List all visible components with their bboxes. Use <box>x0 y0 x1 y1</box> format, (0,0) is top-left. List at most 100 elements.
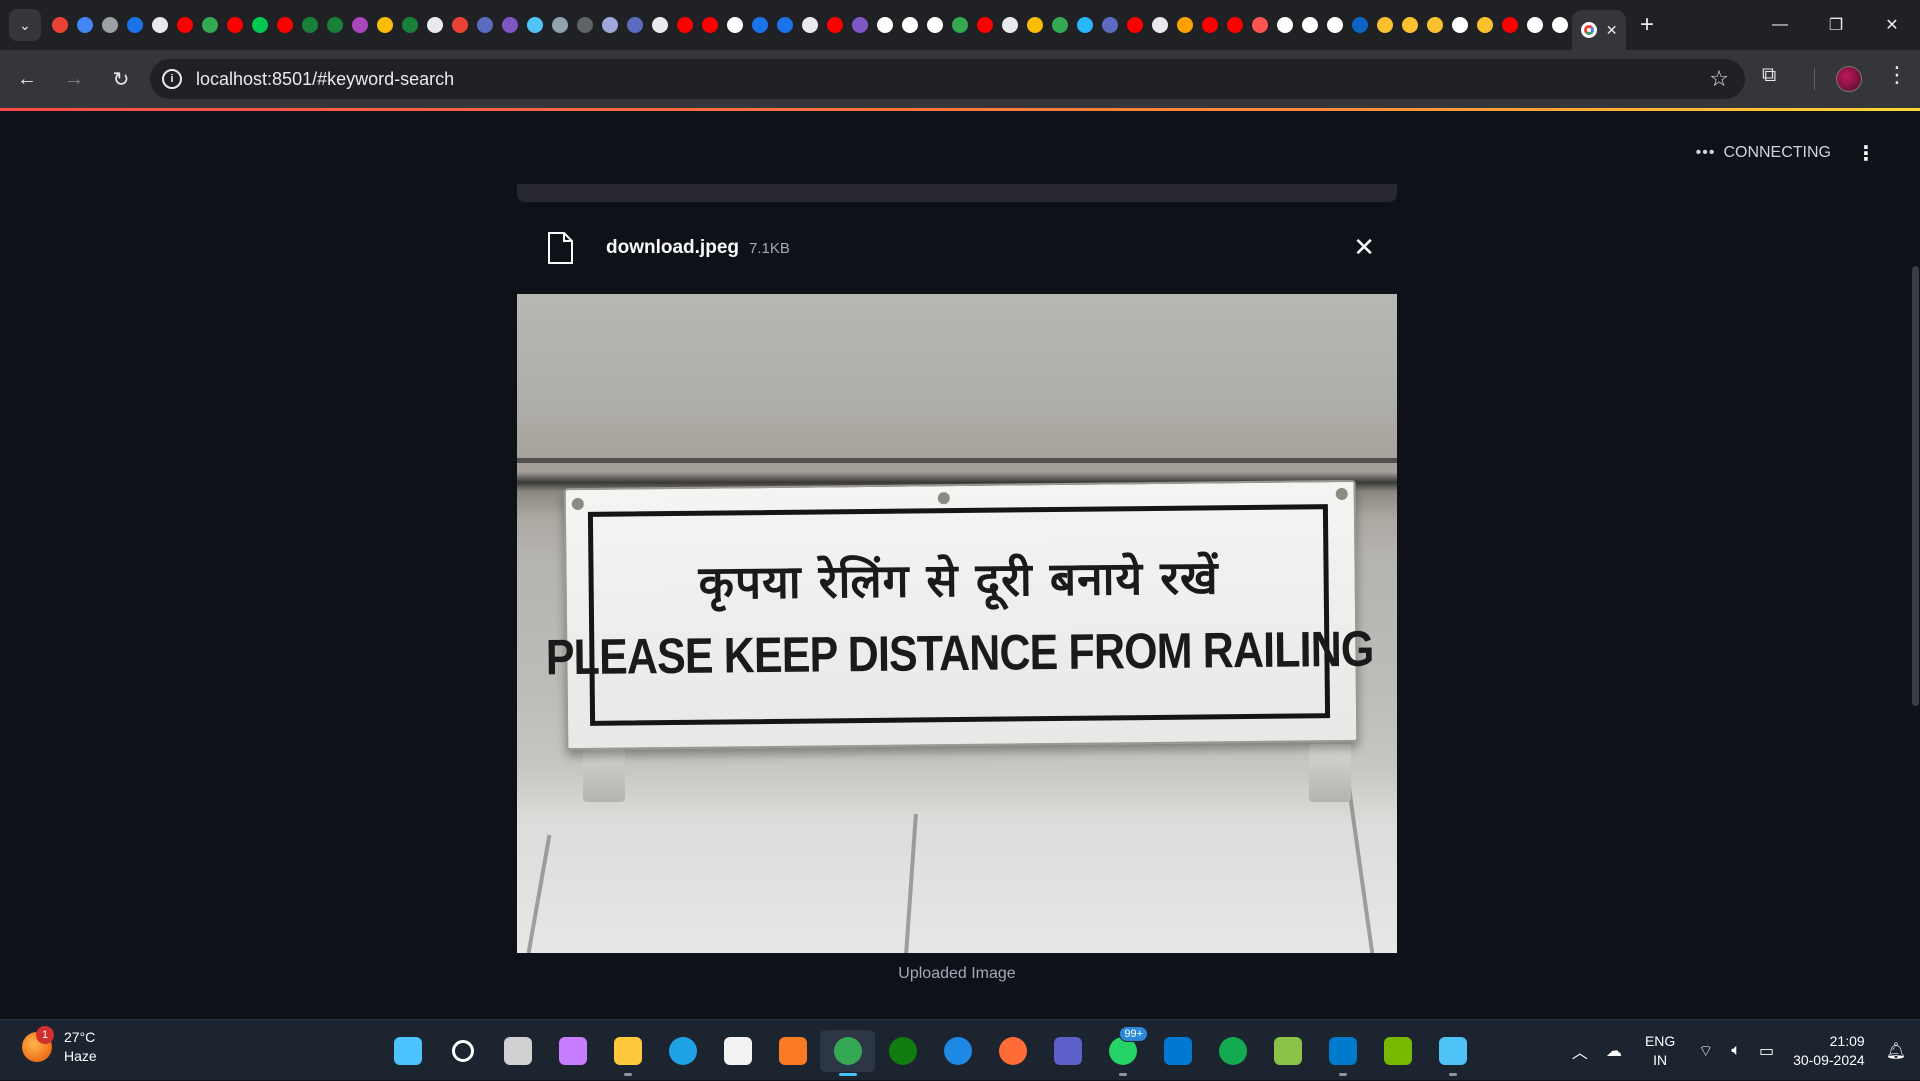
pinned-tab[interactable] <box>172 0 197 50</box>
pinned-tab[interactable] <box>572 0 597 50</box>
taskbar-app-vscode[interactable] <box>1315 1030 1370 1076</box>
pinned-tab[interactable] <box>897 0 922 50</box>
close-window-button[interactable]: ✕ <box>1864 0 1920 50</box>
pinned-tab[interactable] <box>1197 0 1222 50</box>
new-tab-button[interactable]: + <box>1640 11 1654 39</box>
close-tab-icon[interactable]: ✕ <box>1606 22 1618 39</box>
pinned-tab[interactable] <box>272 0 297 50</box>
taskbar-app-teams[interactable] <box>1040 1030 1095 1072</box>
pinned-tab[interactable] <box>372 0 397 50</box>
tray-overflow-chevron-icon[interactable]: ︿ <box>1572 1039 1588 1063</box>
weather-widget[interactable]: 1 27°C Haze <box>22 1026 97 1066</box>
notification-bell-icon[interactable]: 🔔︎ <box>1886 1041 1906 1061</box>
pinned-tab[interactable] <box>1397 0 1422 50</box>
pinned-tab[interactable] <box>722 0 747 50</box>
pinned-tab[interactable] <box>1522 0 1547 50</box>
pinned-tab[interactable] <box>872 0 897 50</box>
pinned-tab[interactable] <box>697 0 722 50</box>
pinned-tab[interactable] <box>347 0 372 50</box>
pinned-tab[interactable] <box>847 0 872 50</box>
restore-button[interactable]: ❐ <box>1808 0 1864 50</box>
volume-icon[interactable]: 🔈︎ <box>1731 1042 1741 1060</box>
pinned-tab[interactable] <box>1147 0 1172 50</box>
taskbar-app-safari[interactable] <box>930 1030 985 1072</box>
pinned-tab[interactable] <box>72 0 97 50</box>
pinned-tab[interactable] <box>997 0 1022 50</box>
address-bar[interactable]: i localhost:8501/#keyword-search ☆ <box>150 59 1745 99</box>
pinned-tab[interactable] <box>297 0 322 50</box>
extensions-icon[interactable]: ⧉ <box>1762 64 1776 87</box>
pinned-tab[interactable] <box>222 0 247 50</box>
pinned-tab[interactable] <box>1222 0 1247 50</box>
clock[interactable]: 21:09 30-09-2024 <box>1793 1032 1865 1070</box>
pinned-tab[interactable] <box>672 0 697 50</box>
pinned-tab[interactable] <box>1247 0 1272 50</box>
pinned-tab[interactable] <box>1272 0 1297 50</box>
taskbar-app-xampp[interactable] <box>765 1030 820 1072</box>
taskbar-app-nvidia[interactable] <box>1370 1030 1425 1072</box>
taskbar-app-windows-start[interactable] <box>380 1030 435 1072</box>
pinned-tab[interactable] <box>1072 0 1097 50</box>
pinned-tab[interactable] <box>922 0 947 50</box>
taskbar-app-chrome[interactable] <box>820 1030 875 1076</box>
pinned-tab[interactable] <box>397 0 422 50</box>
pinned-tab[interactable] <box>1347 0 1372 50</box>
pinned-tab[interactable] <box>147 0 172 50</box>
pinned-tab[interactable] <box>47 0 72 50</box>
pinned-tab[interactable] <box>822 0 847 50</box>
language-indicator[interactable]: ENG IN <box>1645 1032 1675 1070</box>
pinned-tab[interactable] <box>1547 0 1572 50</box>
pinned-tab[interactable] <box>1472 0 1497 50</box>
taskbar-app-edge[interactable] <box>655 1030 710 1072</box>
taskbar-app-paint[interactable] <box>1260 1030 1315 1072</box>
url-text[interactable]: localhost:8501/#keyword-search <box>196 69 454 90</box>
back-button[interactable]: ← <box>7 59 47 99</box>
pinned-tab[interactable] <box>1097 0 1122 50</box>
taskbar-app-xbox[interactable] <box>875 1030 930 1072</box>
pinned-tab[interactable] <box>472 0 497 50</box>
battery-icon[interactable]: ▭ <box>1759 1041 1774 1061</box>
taskbar-app-microsoft-store[interactable] <box>710 1030 765 1072</box>
pinned-tab[interactable] <box>247 0 272 50</box>
pinned-tab[interactable] <box>1297 0 1322 50</box>
forward-button[interactable]: → <box>54 59 94 99</box>
profile-avatar[interactable] <box>1836 66 1862 92</box>
browser-menu-icon[interactable]: ⋮ <box>1886 62 1908 88</box>
pinned-tab[interactable] <box>547 0 572 50</box>
pinned-tab[interactable] <box>597 0 622 50</box>
pinned-tab[interactable] <box>522 0 547 50</box>
pinned-tab[interactable] <box>122 0 147 50</box>
pinned-tab[interactable] <box>622 0 647 50</box>
reload-button[interactable]: ↻ <box>101 59 141 99</box>
pinned-tab[interactable] <box>97 0 122 50</box>
pinned-tab[interactable] <box>647 0 672 50</box>
onedrive-cloud-icon[interactable]: ☁ <box>1606 1041 1622 1061</box>
pinned-tab[interactable] <box>1047 0 1072 50</box>
taskbar-app-notepad[interactable] <box>1425 1030 1480 1076</box>
pinned-tab[interactable] <box>1122 0 1147 50</box>
site-info-icon[interactable]: i <box>162 69 182 89</box>
pinned-tab[interactable] <box>947 0 972 50</box>
pinned-tab[interactable] <box>972 0 997 50</box>
taskbar-app-search[interactable] <box>435 1030 490 1072</box>
taskbar-app-postman[interactable] <box>985 1030 1040 1072</box>
taskbar-app-file-explorer[interactable] <box>600 1030 655 1076</box>
pinned-tab[interactable] <box>772 0 797 50</box>
page-scrollbar[interactable] <box>1912 266 1919 706</box>
pinned-tab[interactable] <box>1447 0 1472 50</box>
file-dropzone[interactable] <box>517 184 1397 202</box>
pinned-tab[interactable] <box>747 0 772 50</box>
wifi-icon[interactable]: ⌔ <box>1698 1041 1713 1061</box>
pinned-tab[interactable] <box>497 0 522 50</box>
pinned-tab[interactable] <box>1372 0 1397 50</box>
pinned-tab[interactable] <box>197 0 222 50</box>
pinned-tab[interactable] <box>1322 0 1347 50</box>
taskbar-app-mongodb-compass[interactable] <box>1205 1030 1260 1072</box>
pinned-tab[interactable] <box>447 0 472 50</box>
taskbar-app-copilot[interactable] <box>545 1030 600 1072</box>
app-menu-icon[interactable]: ⋮ <box>1856 141 1876 166</box>
taskbar-app-phone-link[interactable] <box>1150 1030 1205 1072</box>
remove-file-button[interactable]: ✕ <box>1353 232 1375 263</box>
taskbar-app-whatsapp[interactable]: 99+ <box>1095 1026 1150 1076</box>
pinned-tab[interactable] <box>797 0 822 50</box>
